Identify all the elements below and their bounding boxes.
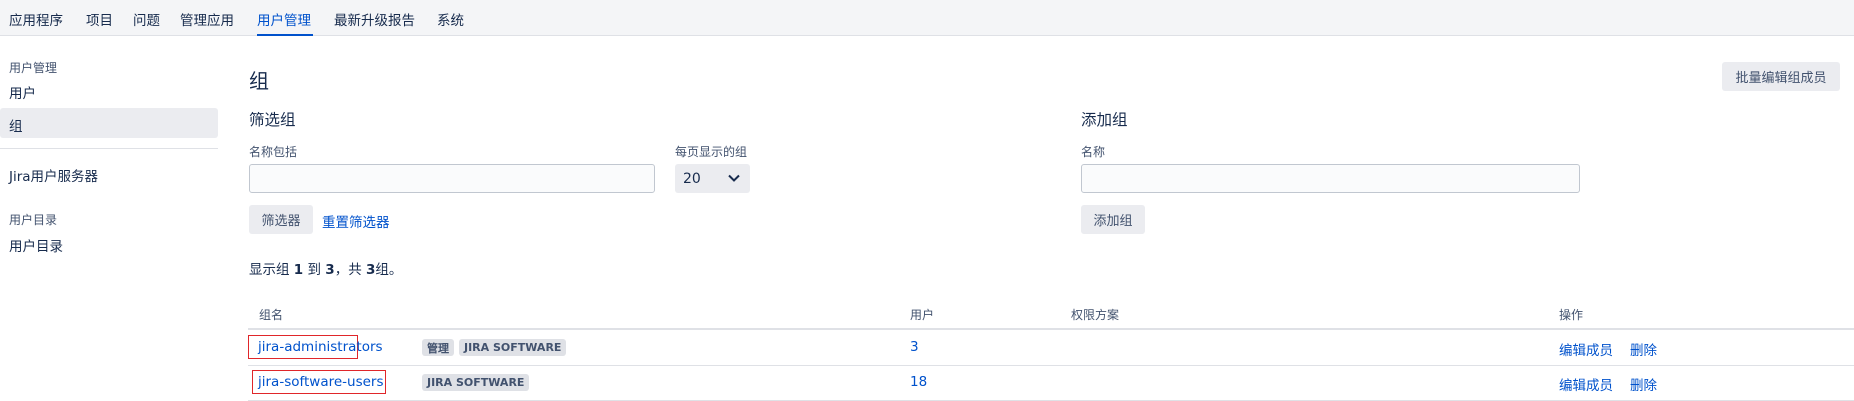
reset-filter-link[interactable]: 重置筛选器 [322,211,390,231]
delete-group-link[interactable]: 删除 [1630,374,1657,394]
nav-item-applications[interactable]: 应用程序 [9,9,63,29]
per-page-label: 每页显示的组 [675,145,748,159]
name-filter-label: 名称包括 [249,145,298,159]
group-tag: JIRA SOFTWARE [422,374,530,391]
nav-item-upgrade-report[interactable]: 最新升级报告 [334,9,415,29]
sidebar: 用户管理 用户 组 Jira用户服务器 用户目录 用户目录 [0,37,222,401]
sidebar-item-groups[interactable]: 组 [9,115,23,135]
nav-item-user-management[interactable]: 用户管理 [257,9,311,29]
add-group-button[interactable]: 添加组 [1081,205,1145,234]
sidebar-item-user-directories[interactable]: 用户目录 [9,235,63,255]
results-summary: 显示组 1 到 3，共 3组。 [249,262,403,278]
group-user-count-link[interactable]: 18 [910,374,927,390]
delete-group-link[interactable]: 删除 [1630,339,1657,359]
active-tab-indicator [257,34,313,36]
sidebar-heading-user-management: 用户管理 [9,61,58,75]
chevron-down-icon [728,174,740,182]
per-page-value: 20 [683,170,701,187]
per-page-select[interactable]: 20 [675,164,750,193]
nav-item-projects[interactable]: 项目 [86,9,113,29]
edit-members-link[interactable]: 编辑成员 [1559,339,1613,359]
table-header-divider [248,328,1854,330]
sidebar-item-users[interactable]: 用户 [9,82,36,102]
edit-members-link[interactable]: 编辑成员 [1559,374,1613,394]
column-header-permission-scheme: 权限方案 [1071,308,1120,322]
nav-item-manage-apps[interactable]: 管理应用 [180,9,234,29]
group-user-count-link[interactable]: 3 [910,339,919,355]
column-header-actions: 操作 [1559,308,1584,322]
nav-item-issues[interactable]: 问题 [133,9,160,29]
add-group-name-label: 名称 [1081,145,1106,159]
sidebar-selected-highlight [0,108,218,138]
group-name-link[interactable]: jira-administrators [258,339,383,355]
sidebar-item-jira-user-server[interactable]: Jira用户服务器 [9,165,98,185]
filter-button[interactable]: 筛选器 [249,205,313,234]
sidebar-divider [0,148,218,149]
add-group-name-input[interactable] [1081,164,1580,193]
page-title: 组 [249,69,269,93]
top-navigation: 应用程序 项目 问题 管理应用 用户管理 最新升级报告 系统 [0,0,1854,36]
add-group-section-title: 添加组 [1081,111,1128,129]
column-header-group-name: 组名 [259,308,284,322]
filter-section-title: 筛选组 [249,111,296,129]
group-name-link[interactable]: jira-software-users [258,374,384,390]
group-tag: JIRA SOFTWARE [459,339,567,356]
column-header-users: 用户 [910,308,935,322]
nav-item-system[interactable]: 系统 [437,9,464,29]
name-filter-input[interactable] [249,164,655,193]
group-tag: 管理 [422,339,454,356]
sidebar-heading-user-directories: 用户目录 [9,213,58,227]
table-row-divider [248,365,1854,366]
bulk-edit-members-button[interactable]: 批量编辑组成员 [1722,62,1840,91]
